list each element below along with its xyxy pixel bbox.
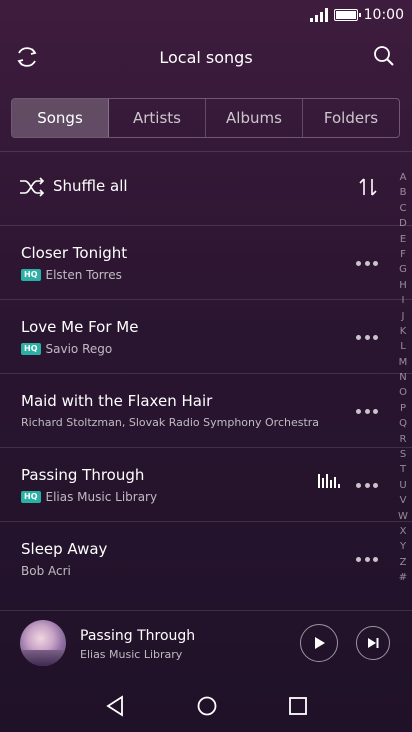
alphabet-index-letter[interactable]: Y [400,539,406,554]
refresh-icon[interactable] [14,44,40,70]
alphabet-index-letter[interactable]: Z [400,555,407,570]
alphabet-index-letter[interactable]: # [399,570,407,585]
recent-apps-icon[interactable] [286,694,310,718]
alphabet-index-letter[interactable]: E [400,232,406,247]
song-artist: Savio Rego [45,342,113,356]
hq-badge: HQ [21,343,41,355]
navigation-bar [0,682,412,730]
alphabet-index-letter[interactable]: M [399,355,408,370]
alphabet-index-letter[interactable]: C [400,201,407,216]
sort-icon[interactable] [357,176,379,198]
shuffle-all-row[interactable]: Shuffle all [0,152,392,224]
alphabet-index-letter[interactable]: K [400,324,407,339]
more-options-icon[interactable] [356,327,378,347]
divider [0,610,412,611]
play-button[interactable] [300,624,338,662]
song-row[interactable]: Sleep Away Bob Acri [0,522,392,596]
tab-songs[interactable]: Songs [12,99,109,137]
next-button[interactable] [356,626,390,660]
status-time: 10:00 [363,7,404,23]
song-subtitle: Richard Stoltzman, Slovak Radio Symphony… [21,416,319,429]
alphabet-index-letter[interactable]: V [400,493,407,508]
alphabet-index-letter[interactable]: H [399,278,407,293]
tab-albums[interactable]: Albums [206,99,303,137]
song-artist: Bob Acri [21,564,71,578]
tab-artists[interactable]: Artists [109,99,206,137]
alphabet-index-letter[interactable]: W [398,509,408,524]
alphabet-index-letter[interactable]: U [399,478,406,493]
more-options-icon[interactable] [356,401,378,421]
search-icon[interactable] [372,44,396,68]
alphabet-index-letter[interactable]: S [400,447,406,462]
alphabet-index-letter[interactable]: J [402,309,405,324]
alphabet-index-letter[interactable]: O [399,385,407,400]
alphabet-index-letter[interactable]: R [400,432,407,447]
song-title: Closer Tonight [21,244,128,262]
song-artist: Elsten Torres [45,268,122,282]
alphabet-index-letter[interactable]: D [399,216,407,231]
alphabet-index-letter[interactable]: F [400,247,406,262]
alphabet-index-letter[interactable]: L [400,339,406,354]
alphabet-index-letter[interactable]: P [400,401,406,416]
mini-player[interactable]: Passing Through Elias Music Library [0,612,412,676]
alphabet-index-letter[interactable]: T [400,462,406,477]
song-title: Sleep Away [21,540,108,558]
page-title: Local songs [159,47,253,67]
song-row[interactable]: Love Me For Me HQ Savio Rego [0,300,392,374]
now-playing-equalizer-icon [318,472,340,488]
alphabet-index-letter[interactable]: N [399,370,406,385]
alphabet-index-letter[interactable]: I [402,293,405,308]
shuffle-all-label: Shuffle all [53,177,128,195]
song-row[interactable]: Maid with the Flaxen Hair Richard Stoltz… [0,374,392,448]
play-icon [315,637,325,649]
song-title: Maid with the Flaxen Hair [21,392,213,410]
alphabet-index-letter[interactable]: A [400,170,407,185]
song-subtitle: Bob Acri [21,564,71,578]
song-row[interactable]: Passing Through HQ Elias Music Library [0,448,392,522]
header: Local songs [0,36,412,78]
song-artist: Richard Stoltzman, Slovak Radio Symphony… [21,416,320,429]
more-options-icon[interactable] [356,475,378,495]
song-subtitle: HQ Elias Music Library [21,490,157,504]
home-icon[interactable] [195,694,219,718]
back-icon[interactable] [103,694,127,718]
hq-badge: HQ [21,269,41,281]
now-playing-title: Passing Through [80,628,196,644]
more-options-icon[interactable] [356,549,378,569]
alphabet-index[interactable]: A B C D E F G H I J K L M N O P Q R S T U V W X Y Z # [396,170,410,586]
hq-badge: HQ [21,491,41,503]
battery-icon [333,9,361,21]
song-row[interactable]: Closer Tonight HQ Elsten Torres [0,226,392,300]
song-subtitle: HQ Elsten Torres [21,268,122,282]
tab-folders[interactable]: Folders [303,99,399,137]
more-options-icon[interactable] [356,253,378,273]
skip-next-icon [368,638,379,648]
tab-bar: Songs Artists Albums Folders [11,98,400,138]
song-subtitle: HQ Savio Rego [21,342,112,356]
album-art[interactable] [20,620,66,666]
alphabet-index-letter[interactable]: Q [399,416,407,431]
status-bar: 10:00 [0,0,412,30]
shuffle-icon [20,177,45,197]
song-title: Love Me For Me [21,318,139,336]
song-title: Passing Through [21,466,145,484]
alphabet-index-letter[interactable]: B [400,185,407,200]
song-artist: Elias Music Library [45,490,158,504]
alphabet-index-letter[interactable]: G [399,262,407,277]
now-playing-artist: Elias Music Library [80,648,183,661]
signal-icon [309,8,328,22]
alphabet-index-letter[interactable]: X [400,524,407,539]
